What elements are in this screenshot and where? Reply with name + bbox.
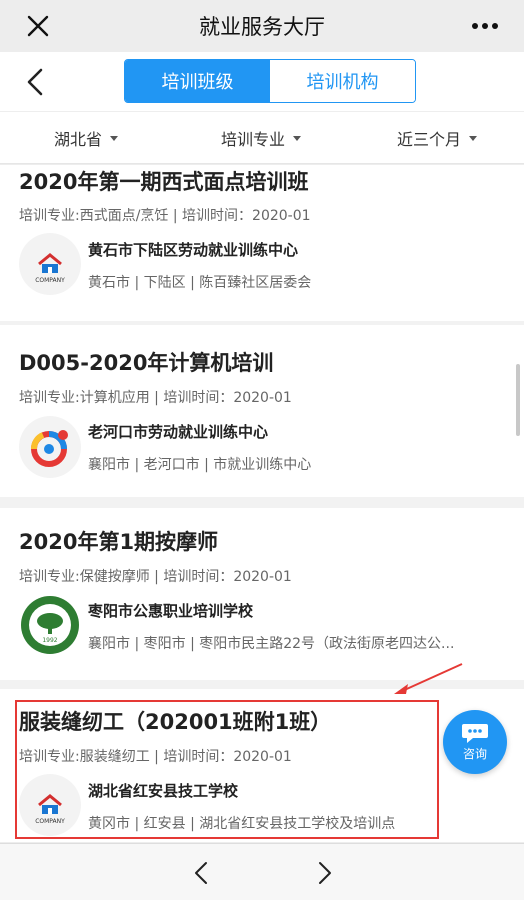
org-name: 枣阳市公惠职业培训学校 bbox=[88, 602, 254, 620]
class-meta: 培训专业:计算机应用 | 培训时间：2020-01 bbox=[19, 390, 292, 406]
list-item[interactable]: D005-2020年计算机培训 培训专业:计算机应用 | 培训时间：2020-0… bbox=[0, 325, 524, 497]
consult-button[interactable]: 咨询 bbox=[443, 710, 507, 774]
company-logo: COMPANY bbox=[19, 233, 81, 295]
filter-province-label: 湖北省 bbox=[54, 130, 103, 149]
class-title: 2020年第一期西式面点培训班 bbox=[19, 170, 309, 194]
chat-bubble-icon bbox=[462, 724, 488, 743]
tree-seal-logo: 1992 bbox=[19, 594, 81, 656]
class-title: D005-2020年计算机培训 bbox=[19, 351, 274, 375]
org-location: 黄石市 | 下陆区 | 陈百臻社区居委会 bbox=[88, 275, 312, 291]
bottom-bar bbox=[0, 843, 524, 900]
class-title: 2020年第1期按摩师 bbox=[19, 530, 219, 554]
chevron-right-icon[interactable] bbox=[310, 858, 340, 888]
logo-text: COMPANY bbox=[35, 277, 65, 284]
org-name: 老河口市劳动就业训练中心 bbox=[88, 423, 269, 441]
filter-province[interactable]: 湖北省 bbox=[54, 126, 119, 150]
filter-major[interactable]: 培训专业 bbox=[221, 126, 302, 150]
consult-label: 咨询 bbox=[462, 747, 487, 761]
nav-bar: 培训班级 培训机构 bbox=[0, 52, 524, 112]
scrollbar[interactable] bbox=[516, 364, 520, 436]
class-meta: 培训专业:保健按摩师 | 培训时间：2020-01 bbox=[19, 569, 292, 585]
back-icon[interactable] bbox=[18, 65, 52, 99]
title-bar: 就业服务大厅 bbox=[0, 0, 524, 52]
caret-down-icon bbox=[469, 135, 478, 141]
tab-training-classes[interactable]: 培训班级 bbox=[125, 60, 270, 102]
org-location: 襄阳市 | 枣阳市 | 枣阳市民主路22号（政法街原老四达公... bbox=[88, 636, 455, 652]
list-item[interactable]: 2020年第一期西式面点培训班 培训专业:西式面点/烹饪 | 培训时间：2020… bbox=[0, 165, 524, 321]
caret-down-icon bbox=[293, 135, 302, 141]
class-meta: 培训专业:西式面点/烹饪 | 培训时间：2020-01 bbox=[19, 208, 311, 224]
chevron-left-icon[interactable] bbox=[186, 858, 216, 888]
highlight-box bbox=[15, 700, 439, 839]
filter-bar: 湖北省 培训专业 近三个月 bbox=[0, 112, 524, 164]
filter-major-label: 培训专业 bbox=[221, 130, 286, 149]
filter-period[interactable]: 近三个月 bbox=[397, 126, 478, 150]
segmented-tabs: 培训班级 培训机构 bbox=[124, 59, 416, 103]
tab-training-institutions[interactable]: 培训机构 bbox=[270, 60, 415, 102]
more-icon[interactable] bbox=[470, 12, 500, 40]
swirl-logo bbox=[19, 416, 81, 478]
logo-text: 1992 bbox=[42, 637, 57, 644]
close-icon[interactable] bbox=[22, 10, 54, 42]
window-title: 就业服务大厅 bbox=[199, 15, 325, 39]
list-item[interactable]: 2020年第1期按摩师 培训专业:保健按摩师 | 培训时间：2020-01 19… bbox=[0, 508, 524, 680]
org-name: 黄石市下陆区劳动就业训练中心 bbox=[88, 241, 299, 259]
org-location: 襄阳市 | 老河口市 | 市就业训练中心 bbox=[88, 457, 312, 473]
annotation-arrow-icon bbox=[394, 663, 463, 694]
filter-period-label: 近三个月 bbox=[397, 130, 462, 149]
caret-down-icon bbox=[110, 135, 119, 141]
